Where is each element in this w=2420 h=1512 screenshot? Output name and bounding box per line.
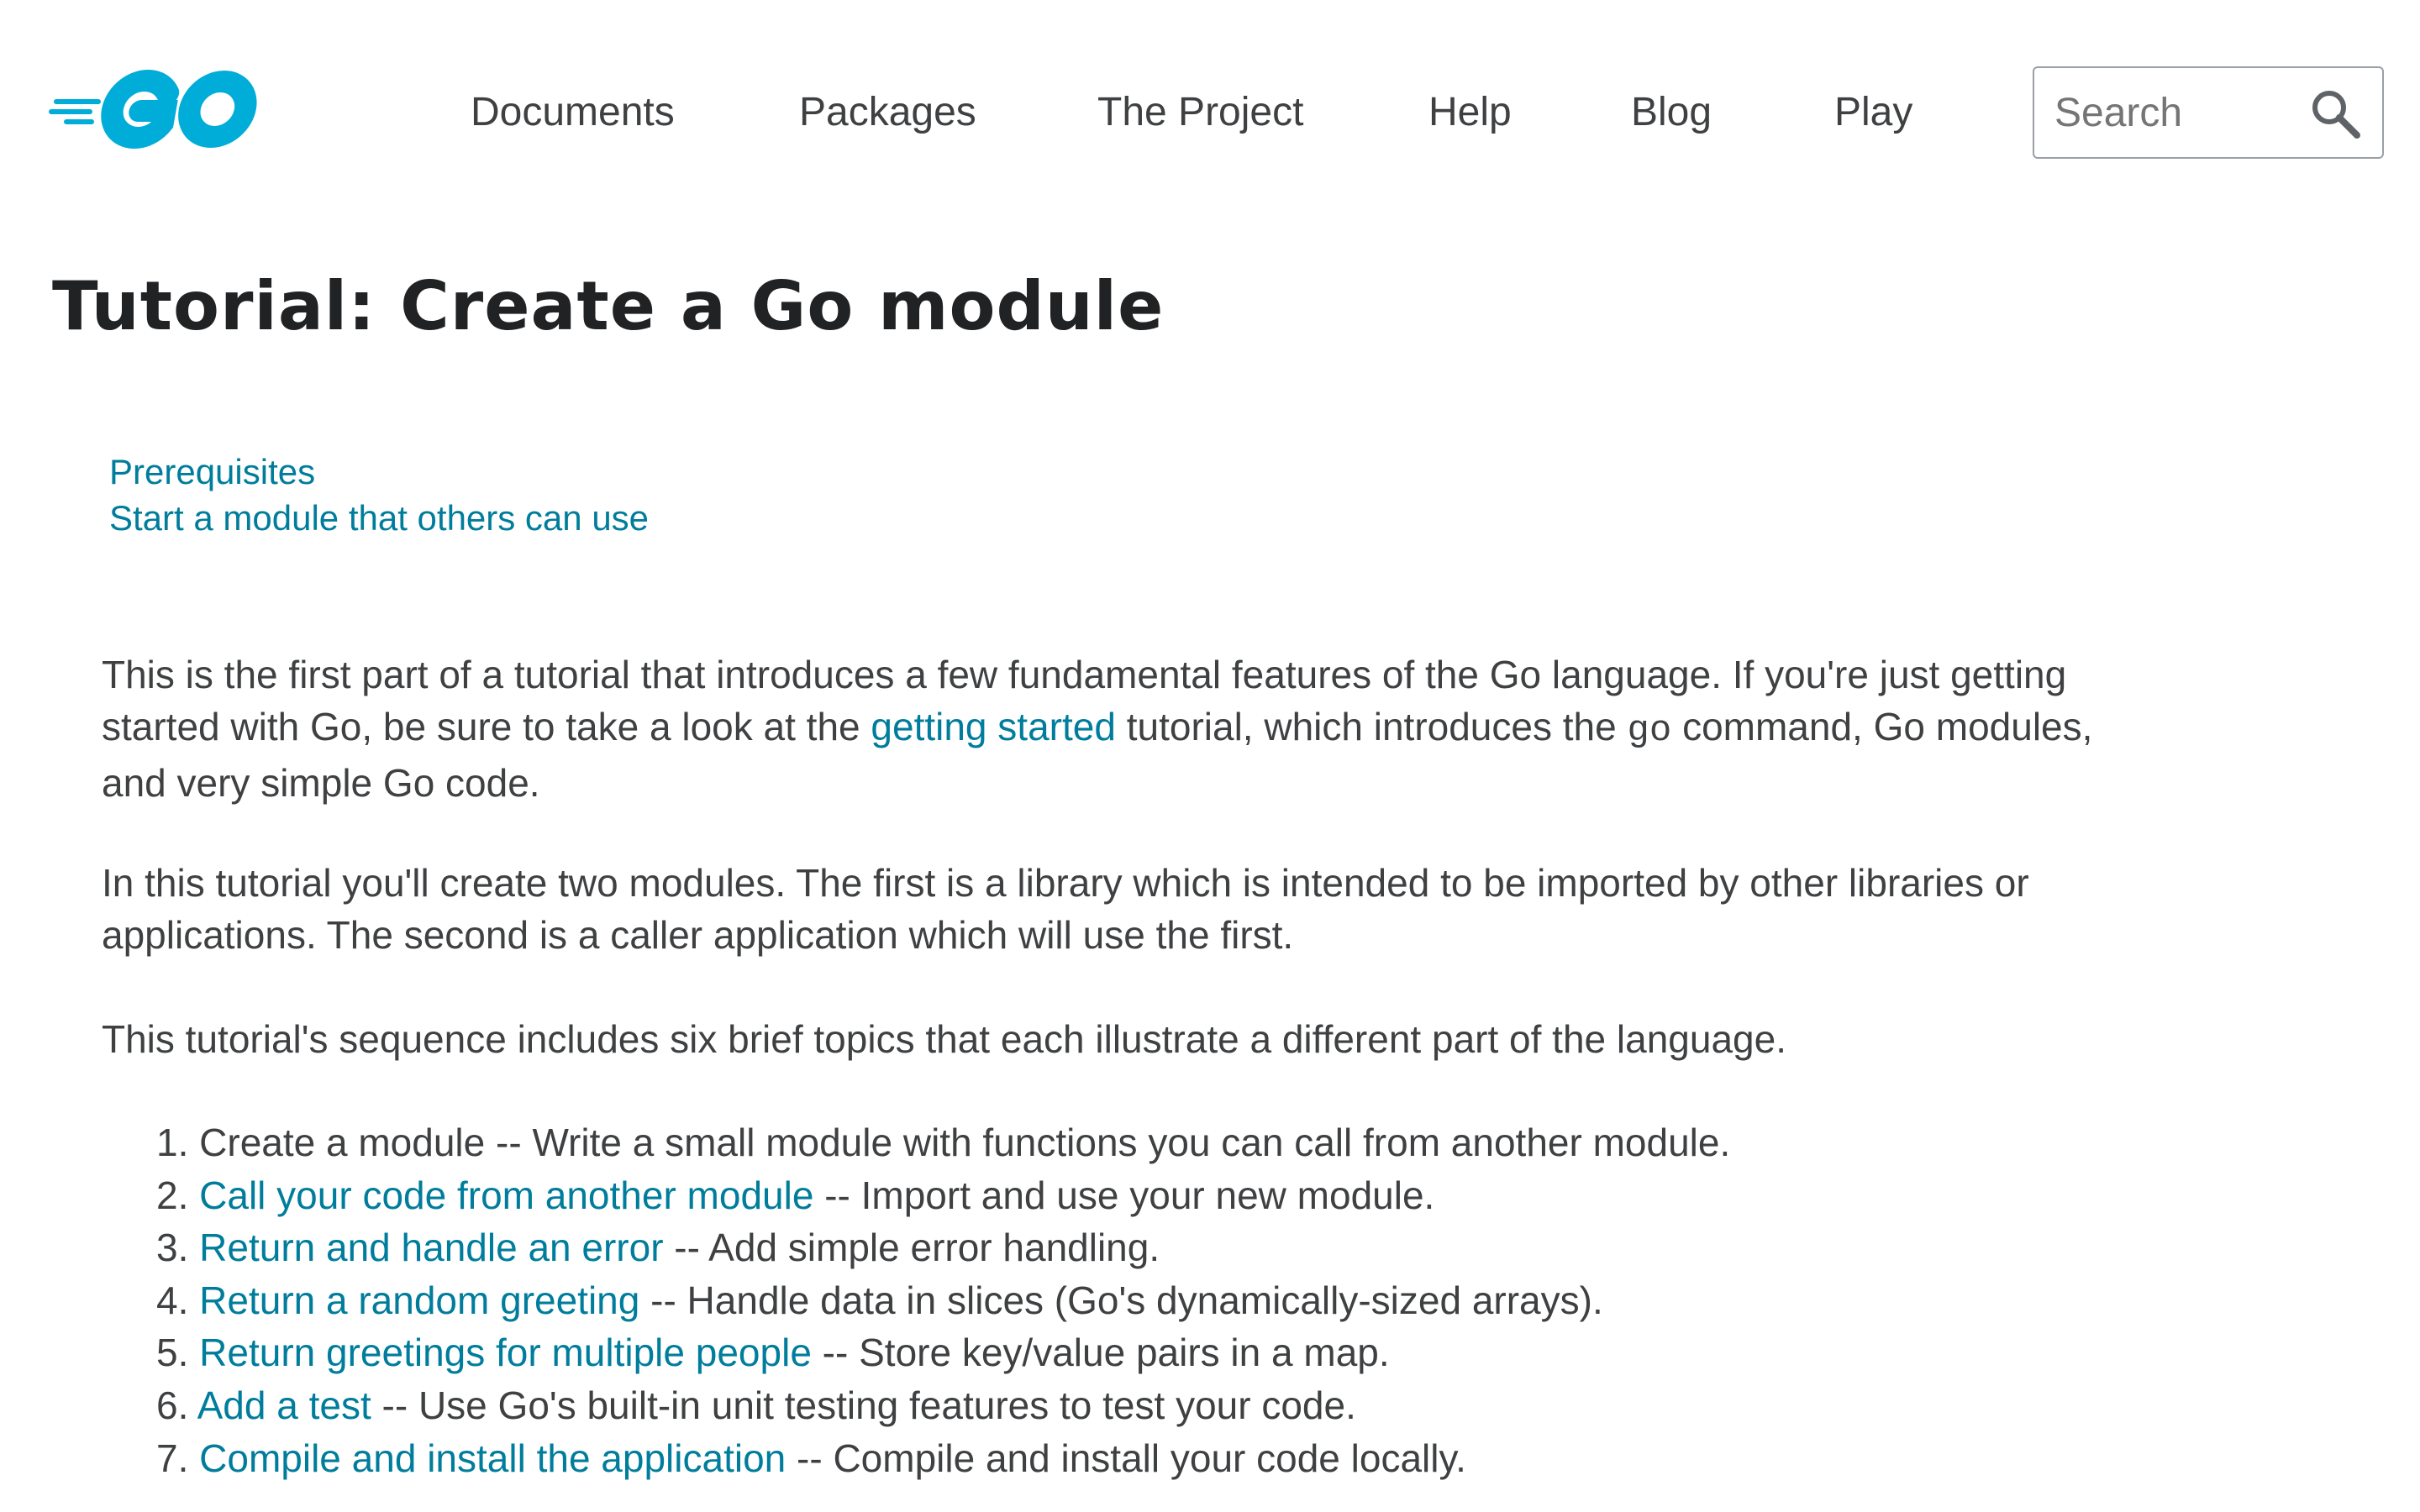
step-link-call-code[interactable]: Call your code from another module xyxy=(199,1173,813,1217)
page-title: Tutorial: Create a Go module xyxy=(52,267,1165,345)
step-number: 1. xyxy=(156,1121,189,1164)
step-number: 3. xyxy=(156,1226,189,1270)
step-link-handle-error[interactable]: Return and handle an error xyxy=(199,1226,663,1269)
search-input[interactable] xyxy=(2054,68,2307,157)
step-link-compile-install[interactable]: Compile and install the application xyxy=(199,1436,786,1480)
list-item: 3. Return and handle an error -- Add sim… xyxy=(156,1221,1730,1274)
toc-link-start-module[interactable]: Start a module that others can use xyxy=(109,498,649,538)
search-icon[interactable] xyxy=(2308,87,2362,140)
modules-paragraph: In this tutorial you'll create two modul… xyxy=(102,861,2029,957)
site-header: GO Documents Packages The Project Help B… xyxy=(0,0,2420,202)
nav-packages[interactable]: Packages xyxy=(799,92,976,133)
table-of-contents: Prerequisites Start a module that others… xyxy=(109,449,649,541)
step-number: 2. xyxy=(156,1173,189,1217)
step-desc: -- Add simple error handling. xyxy=(663,1226,1160,1270)
toc-link-prerequisites[interactable]: Prerequisites xyxy=(109,452,315,491)
toc-item: Start a module that others can use xyxy=(109,495,649,541)
intro-text-2: tutorial, which introduces the xyxy=(1115,705,1628,748)
list-item: 7. Compile and install the application -… xyxy=(156,1432,1730,1485)
step-link-add-test[interactable]: Add a test xyxy=(197,1383,371,1427)
nav-play[interactable]: Play xyxy=(1834,92,1912,133)
toc-item: Prerequisites xyxy=(109,449,649,495)
step-desc: -- Handle data in slices (Go's dynamical… xyxy=(639,1278,1603,1322)
step-desc: -- Use Go's built-in unit testing featur… xyxy=(371,1383,1356,1427)
search-box xyxy=(2033,66,2384,159)
list-item: 6. Add a test -- Use Go's built-in unit … xyxy=(156,1379,1730,1432)
step-number: 7. xyxy=(156,1436,189,1480)
list-item: 2. Call your code from another module --… xyxy=(156,1169,1730,1222)
getting-started-link[interactable]: getting started xyxy=(871,705,1116,748)
step-number: 6. xyxy=(156,1383,189,1427)
inline-code-go: go xyxy=(1627,710,1672,752)
list-item: 5. Return greetings for multiple people … xyxy=(156,1326,1730,1379)
nav-documents[interactable]: Documents xyxy=(471,92,675,133)
go-logo: GO xyxy=(49,70,257,149)
tutorial-steps-list: 1. Create a module -- Write a small modu… xyxy=(156,1116,1730,1484)
list-item: 1. Create a module -- Write a small modu… xyxy=(156,1116,1730,1169)
intro-paragraph: This is the first part of a tutorial tha… xyxy=(102,648,2135,809)
step-number: 5. xyxy=(156,1331,189,1375)
step-title: Create a module xyxy=(199,1121,486,1164)
step-desc: -- Store key/value pairs in a map. xyxy=(811,1331,1390,1375)
nav-the-project[interactable]: The Project xyxy=(1097,92,1303,133)
sequence-paragraph: This tutorial's sequence includes six br… xyxy=(102,1017,1786,1061)
list-item: 4. Return a random greeting -- Handle da… xyxy=(156,1274,1730,1327)
step-link-multiple-people[interactable]: Return greetings for multiple people xyxy=(199,1331,812,1374)
step-desc: -- Write a small module with functions y… xyxy=(485,1121,1731,1164)
nav-help[interactable]: Help xyxy=(1428,92,1512,133)
step-number: 4. xyxy=(156,1278,189,1322)
step-link-random-greeting[interactable]: Return a random greeting xyxy=(199,1278,639,1322)
step-desc: -- Import and use your new module. xyxy=(813,1173,1435,1217)
step-desc: -- Compile and install your code locally… xyxy=(786,1436,1466,1480)
nav-blog[interactable]: Blog xyxy=(1631,92,1712,133)
